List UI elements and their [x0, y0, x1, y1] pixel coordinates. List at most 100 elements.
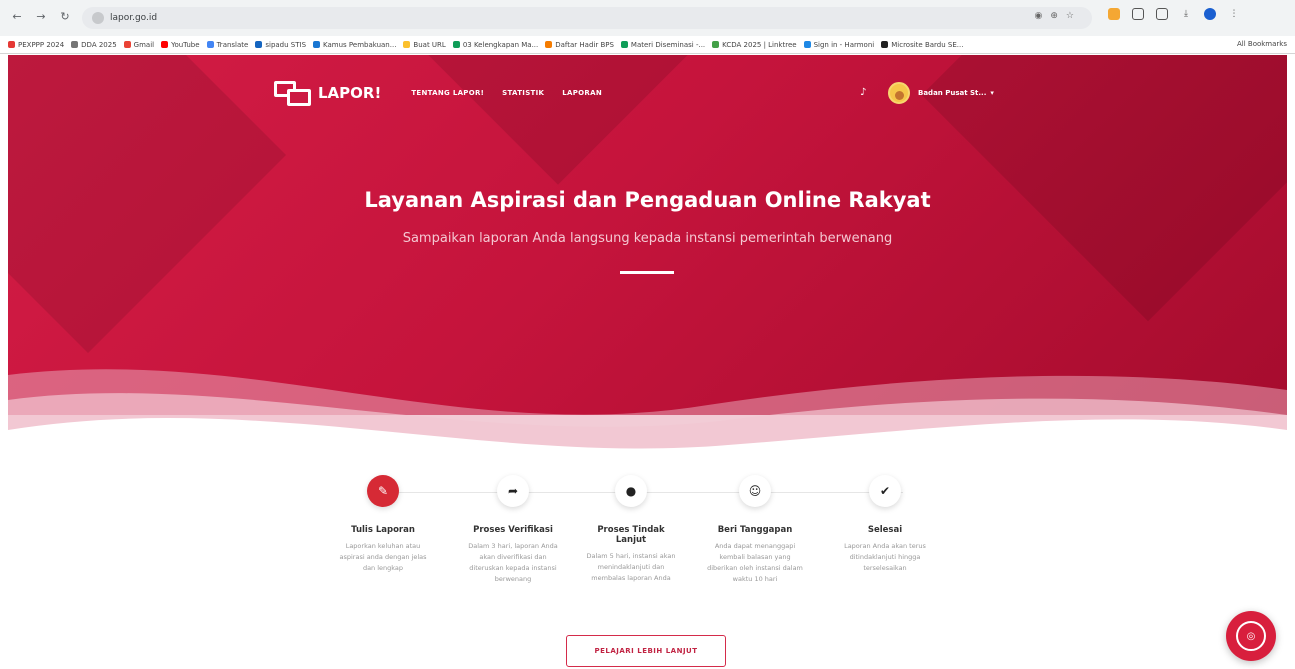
bookmark-label: Buat URL — [413, 40, 446, 49]
nav-laporan[interactable]: LAPORAN — [562, 89, 602, 97]
url-text[interactable]: lapor.go.id — [110, 13, 157, 23]
hero-wave — [8, 369, 1287, 465]
step-title: Tulis Laporan — [351, 525, 415, 535]
address-bar[interactable]: lapor.go.id ◉ ⊕ ☆ — [82, 7, 1092, 29]
step-icon: ➦ — [497, 475, 529, 507]
step-item: ☺ Beri Tanggapan Anda dapat menanggapi kem… — [705, 475, 805, 585]
bookmark-item[interactable]: Kamus Pembakuan... — [313, 41, 396, 49]
extension-icon[interactable] — [1108, 8, 1120, 20]
step-description: Dalam 3 hari, laporan Anda akan diverifi… — [468, 542, 558, 583]
bookmark-item[interactable]: DDA 2025 — [71, 41, 117, 49]
learn-more-button[interactable]: PELAJARI LEBIH LANJUT — [566, 635, 726, 667]
step-icon: ✔ — [869, 475, 901, 507]
user-name[interactable]: Badan Pusat St... — [918, 89, 986, 97]
tab-icon[interactable] — [1156, 8, 1168, 20]
browser-toolbar: ← → ↻ lapor.go.id ◉ ⊕ ☆ ⤓ ⋮ — [0, 0, 1295, 36]
step-title: Proses Tindak Lanjut — [597, 525, 665, 545]
bookmark-item[interactable]: Daftar Hadir BPS — [545, 41, 614, 49]
nav-tentang-lapor[interactable]: TENTANG LAPOR! — [411, 89, 484, 97]
page-content: LAPOR! TENTANG LAPOR! STATISTIK LAPORAN … — [8, 55, 1287, 669]
bookmark-label: Sign in - Harmoni — [813, 40, 875, 49]
step-title: Selesai — [867, 525, 903, 535]
extensions: ⤓ ⋮ — [1108, 8, 1240, 20]
bookmark-label: Daftar Hadir BPS — [555, 40, 614, 49]
step-description: Laporkan keluhan atau aspirasi anda deng… — [339, 542, 427, 572]
step-description: Laporan Anda akan terus ditindaklanjuti … — [844, 542, 926, 572]
chevron-down-icon[interactable]: ▾ — [990, 89, 994, 97]
bookmark-icon — [403, 41, 411, 48]
all-bookmarks[interactable]: All Bookmarks — [1237, 40, 1287, 48]
step-description: Anda dapat menanggapi kembali balasan ya… — [707, 542, 803, 583]
hero-title: Layanan Aspirasi dan Pengaduan Online Ra… — [364, 188, 931, 212]
reload-icon[interactable]: ↻ — [58, 10, 72, 23]
step-icon: ● — [615, 475, 647, 507]
bookmark-star-icon[interactable]: ☆ — [1066, 11, 1074, 21]
nav-statistik[interactable]: STATISTIK — [502, 89, 544, 97]
bookmark-item[interactable]: KCDA 2025 | Linktree — [712, 41, 797, 49]
bookmark-icon — [71, 41, 79, 48]
logo-text[interactable]: LAPOR! — [318, 84, 381, 102]
bookmark-icon — [620, 41, 628, 48]
chat-icon: ◎ — [1236, 621, 1266, 651]
bookmark-icon — [161, 41, 169, 48]
bookmark-label: PEXPPP 2024 — [18, 40, 65, 49]
bookmark-label: Kamus Pembakuan... — [323, 40, 397, 49]
bookmark-item[interactable]: Materi Diseminasi -... — [620, 40, 706, 49]
bookmark-label: YouTube — [171, 40, 200, 49]
step-item: ✎ Tulis Laporan Laporkan keluhan atau aspi… — [333, 475, 433, 574]
bookmark-item[interactable]: Gmail — [123, 40, 155, 49]
bookmark-icon — [712, 41, 720, 48]
zoom-icon[interactable]: ⊕ — [1050, 11, 1058, 21]
step-item: ➦ Proses Verifikasi Dalam 3 hari, laporan … — [463, 475, 563, 585]
step-title: Proses Verifikasi — [473, 525, 553, 535]
bookmark-item[interactable]: sipadu STIS — [255, 41, 306, 49]
location-icon[interactable]: ◉ — [1035, 11, 1043, 21]
extension-icon[interactable] — [1132, 8, 1144, 20]
bookmark-item[interactable]: YouTube — [161, 40, 200, 49]
bookmark-icon — [8, 41, 15, 48]
bookmark-label: Gmail — [133, 40, 155, 49]
bookmark-item[interactable]: Buat URL — [403, 40, 446, 49]
bookmarks-bar: PEXPPP 2024 DDA 2025 Gmail YouTube Translate… — [0, 36, 1295, 54]
step-icon: ☺ — [739, 475, 771, 507]
bookmark-icon — [803, 41, 811, 48]
download-icon[interactable]: ⤓ — [1180, 8, 1192, 20]
back-icon[interactable]: ← — [10, 10, 24, 23]
lapor-logo[interactable] — [274, 79, 314, 107]
step-title: Beri Tanggapan — [717, 525, 793, 535]
bookmark-label: Translate — [216, 40, 249, 49]
main-nav: LAPOR! TENTANG LAPOR! STATISTIK LAPORAN — [274, 79, 602, 107]
bookmark-item[interactable]: Microsite Bardu SE... — [881, 41, 963, 49]
step-item: ● Proses Tindak Lanjut Dalam 5 hari, insta… — [581, 475, 681, 584]
step-item: ✔ Selesai Laporan Anda akan terus ditindak… — [835, 475, 935, 574]
site-info-icon[interactable] — [92, 12, 104, 24]
step-icon: ✎ — [367, 475, 399, 507]
bookmark-icon — [255, 41, 263, 48]
step-description: Dalam 5 hari, instansi akan menindaklanj… — [586, 552, 676, 582]
bookmark-icon — [452, 41, 460, 48]
bookmark-item[interactable]: Translate — [206, 40, 249, 49]
chat-widget-button[interactable]: ◎ — [1226, 611, 1276, 661]
hero-divider — [620, 271, 674, 274]
bookmark-label: Microsite Bardu SE... — [891, 40, 964, 49]
bookmark-label: DDA 2025 — [81, 40, 117, 49]
bookmark-label: Materi Diseminasi -... — [630, 40, 706, 49]
bookmark-label: 03 Kelengkapan Ma... — [462, 40, 539, 49]
bookmark-item[interactable]: PEXPPP 2024 — [8, 41, 64, 49]
user-menu: ♪ Badan Pusat St... ▾ — [860, 82, 994, 104]
more-menu-icon[interactable]: ⋮ — [1228, 8, 1240, 20]
bookmark-icon — [881, 41, 889, 48]
profile-icon[interactable] — [1204, 8, 1216, 20]
hero-subtitle: Sampaikan laporan Anda langsung kepada i… — [402, 231, 893, 246]
bookmark-icon — [123, 41, 131, 48]
avatar[interactable] — [888, 82, 910, 104]
browser-nav: ← → ↻ — [10, 10, 72, 23]
bookmark-item[interactable]: 03 Kelengkapan Ma... — [452, 40, 539, 49]
bell-icon[interactable]: ♪ — [860, 88, 870, 98]
bookmark-label: sipadu STIS — [265, 40, 307, 49]
bookmark-icon — [545, 41, 553, 48]
bookmark-icon — [313, 41, 321, 48]
forward-icon[interactable]: → — [34, 10, 48, 23]
bookmark-item[interactable]: Sign in - Harmoni — [803, 40, 875, 49]
bookmark-icon — [206, 41, 214, 48]
